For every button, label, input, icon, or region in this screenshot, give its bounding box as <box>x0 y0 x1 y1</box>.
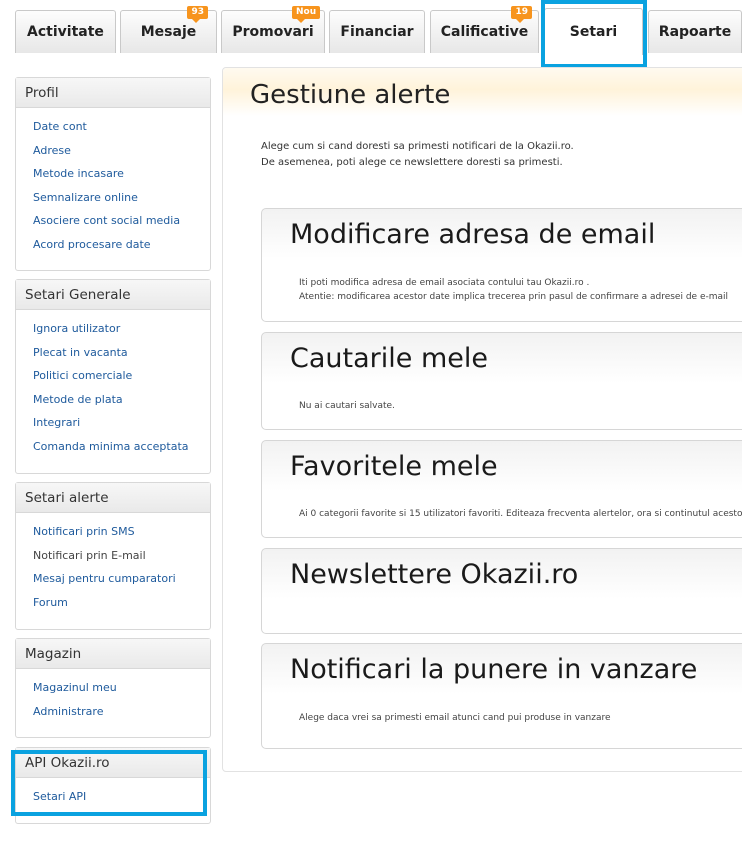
tab-calificative[interactable]: Calificative 19 <box>430 6 539 53</box>
sidebar-item-setari-api[interactable]: Setari API <box>33 790 210 814</box>
ratings-count-badge: 19 <box>511 6 532 23</box>
sidebar-item-administrare[interactable]: Administrare <box>33 705 210 729</box>
tab-label: Setari <box>569 24 618 40</box>
tab-label: Mesaje <box>140 24 197 40</box>
tab-financiar[interactable]: Financiar <box>329 10 425 53</box>
tab-label: Calificative <box>440 24 529 40</box>
sidebar-section-title: API Okazii.ro <box>16 748 210 778</box>
sidebar-item-metode-plata[interactable]: Metode de plata <box>33 393 210 417</box>
tab-label: Rapoarte <box>658 24 732 40</box>
card-cautarile-mele[interactable]: Cautarile mele Nu ai cautari salvate. <box>261 332 742 430</box>
tab-activitate[interactable]: Activitate <box>15 10 116 53</box>
new-badge: Nou <box>292 6 321 23</box>
sidebar-item-notificari-email[interactable]: Notificari prin E-mail <box>33 549 210 573</box>
sidebar-section-setari-generale: Setari Generale Ignora utilizator Plecat… <box>15 279 211 474</box>
card-title: Notificari la punere in vanzare <box>290 654 698 685</box>
sidebar-item-notificari-sms[interactable]: Notificari prin SMS <box>33 525 210 549</box>
card-newslettere[interactable]: Newslettere Okazii.ro <box>261 548 742 634</box>
sidebar-item-semnalizare-online[interactable]: Semnalizare online <box>33 191 210 215</box>
card-title: Newslettere Okazii.ro <box>290 559 579 590</box>
card-title: Cautarile mele <box>290 343 488 374</box>
sidebar-item-ignora-utilizator[interactable]: Ignora utilizator <box>33 322 210 346</box>
tab-label: Activitate <box>27 24 104 40</box>
sidebar-section-setari-alerte: Setari alerte Notificari prin SMS Notifi… <box>15 482 211 630</box>
unread-count-badge: 93 <box>187 6 208 23</box>
sidebar-item-integrari[interactable]: Integrari <box>33 416 210 440</box>
sidebar-item-acord-date[interactable]: Acord procesare date <box>33 238 210 262</box>
card-text: Ai 0 categorii favorite si 15 utilizator… <box>299 509 742 519</box>
sidebar-section-api: API Okazii.ro Setari API <box>15 747 211 824</box>
card-notificari-vanzare[interactable]: Notificari la punere in vanzare Alege da… <box>261 643 742 749</box>
tab-rapoarte[interactable]: Rapoarte <box>648 10 742 53</box>
card-title: Favoritele mele <box>290 451 498 482</box>
intro-text: Alege cum si cand doresti sa primesti no… <box>261 139 574 171</box>
tab-mesaje[interactable]: Mesaje 93 <box>120 6 217 53</box>
sidebar-item-politici-comerciale[interactable]: Politici comerciale <box>33 369 210 393</box>
card-title: Modificare adresa de email <box>290 219 656 250</box>
card-text: Alege daca vrei sa primesti email atunci… <box>299 713 611 723</box>
card-text: Iti poti modifica adresa de email asocia… <box>299 278 590 288</box>
tab-promovari[interactable]: Promovari Nou <box>221 6 325 53</box>
sidebar-section-title: Magazin <box>16 639 210 669</box>
card-text: Atentie: modificarea acestor date implic… <box>299 292 729 302</box>
intro-line: De asemenea, poti alege ce newslettere d… <box>261 157 563 168</box>
tab-label: Promovari <box>232 24 314 40</box>
sidebar-section-magazin: Magazin Magazinul meu Administrare <box>15 638 211 738</box>
tab-setari[interactable]: Setari <box>544 8 643 55</box>
card-text: Nu ai cautari salvate. <box>299 401 395 411</box>
sidebar-section-title: Setari alerte <box>16 483 210 513</box>
tab-label: Financiar <box>340 24 414 40</box>
sidebar-section-title: Profil <box>16 78 210 108</box>
top-tabs: Activitate Mesaje 93 Promovari Nou Finan… <box>0 0 742 62</box>
intro-line: Alege cum si cand doresti sa primesti no… <box>261 141 574 152</box>
sidebar-item-mesaj-cumparatori[interactable]: Mesaj pentru cumparatori <box>33 572 210 596</box>
sidebar-item-plecat-vacanta[interactable]: Plecat in vacanta <box>33 346 210 370</box>
card-favoritele-mele[interactable]: Favoritele mele Ai 0 categorii favorite … <box>261 440 742 538</box>
alerts-panel: Gestiune alerte Alege cum si cand dorest… <box>222 67 742 772</box>
sidebar-item-adrese[interactable]: Adrese <box>33 144 210 168</box>
sidebar-section-title: Setari Generale <box>16 280 210 310</box>
sidebar-item-date-cont[interactable]: Date cont <box>33 120 210 144</box>
sidebar-item-comanda-minima[interactable]: Comanda minima acceptata <box>33 440 210 464</box>
page-title: Gestiune alerte <box>250 80 451 110</box>
card-modificare-email[interactable]: Modificare adresa de email Iti poti modi… <box>261 208 742 322</box>
sidebar-item-forum[interactable]: Forum <box>33 596 210 620</box>
sidebar-section-profil: Profil Date cont Adrese Metode incasare … <box>15 77 211 271</box>
sidebar-item-magazinul-meu[interactable]: Magazinul meu <box>33 681 210 705</box>
sidebar-item-metode-incasare[interactable]: Metode incasare <box>33 167 210 191</box>
sidebar-item-asociere-social[interactable]: Asociere cont social media <box>33 214 210 238</box>
